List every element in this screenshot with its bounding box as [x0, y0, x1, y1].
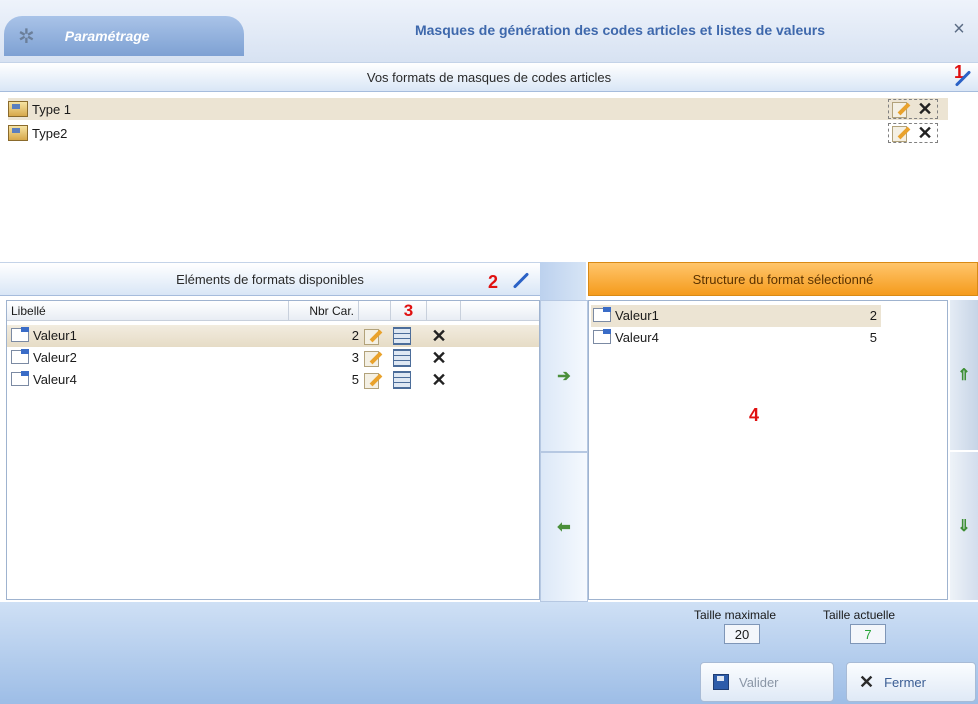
window-title: Masques de génération des codes articles…: [414, 22, 826, 38]
elements-table: Libellé Nbr Car. 3 Valeur1 2 ✕ Valeur2 3…: [6, 300, 540, 600]
list-item[interactable]: Valeur1 2: [591, 305, 881, 327]
elements-section-title: Eléments de formats disponibles: [176, 272, 364, 287]
element-count: 5: [351, 372, 359, 387]
structure-label: Valeur1: [615, 307, 659, 323]
value-icon: [593, 329, 613, 345]
row-label: Valeur4: [11, 371, 77, 387]
close-icon[interactable]: ×: [944, 14, 974, 44]
arrow-left-icon: ⬅: [557, 519, 571, 536]
edit-icon[interactable]: [891, 124, 911, 142]
current-size-field: 7: [850, 624, 886, 644]
close-icon: ✕: [859, 671, 875, 692]
current-size-label: Taille actuelle: [823, 608, 896, 622]
close-button[interactable]: ✕ Fermer: [846, 662, 976, 702]
max-size-label: Taille maximale: [694, 608, 777, 622]
list-item[interactable]: Type 1 ✕: [8, 98, 948, 120]
row-label: Valeur1: [11, 327, 77, 343]
row-actions: ✕: [888, 123, 938, 143]
validate-button[interactable]: Valider: [700, 662, 834, 702]
element-count: 3: [351, 350, 359, 365]
mask-icon: [8, 101, 28, 117]
delete-icon[interactable]: ✕: [429, 327, 449, 345]
row-label: Valeur2: [11, 349, 77, 365]
arrow-right-icon: ➔: [557, 368, 571, 385]
edit-masks-pencil-icon[interactable]: [950, 67, 972, 89]
marker-2: 2: [488, 272, 499, 292]
elements-section-header: Eléments de formats disponibles 2: [0, 262, 540, 296]
element-label: Valeur1: [33, 327, 77, 343]
tools-icon: ✲: [18, 25, 35, 48]
column-header-count[interactable]: Nbr Car.: [289, 301, 359, 321]
delete-icon[interactable]: ✕: [429, 371, 449, 389]
add-to-structure-button[interactable]: ➔: [540, 300, 588, 452]
value-icon: [11, 327, 31, 343]
element-label: Valeur4: [33, 371, 77, 387]
value-icon: [593, 307, 613, 323]
table-row[interactable]: Valeur2 3 ✕: [7, 347, 539, 369]
element-count: 2: [351, 328, 359, 343]
column-header-values: 3: [391, 301, 427, 321]
masks-section-title: Vos formats de masques de codes articles: [366, 70, 612, 85]
move-up-button[interactable]: ⇑: [950, 300, 978, 450]
validate-label: Valider: [739, 674, 779, 690]
element-label: Valeur2: [33, 349, 77, 365]
mask-label: Type2: [32, 125, 68, 141]
edit-icon[interactable]: [891, 100, 911, 118]
value-icon: [11, 349, 31, 365]
column-header-filler: [461, 301, 539, 321]
delete-icon[interactable]: ✕: [915, 124, 935, 142]
mask-icon: [8, 125, 28, 141]
delete-icon[interactable]: ✕: [429, 349, 449, 367]
mask-label: Type 1: [32, 101, 72, 117]
marker-3: 3: [403, 301, 414, 320]
move-down-button[interactable]: ⇓: [950, 452, 978, 600]
remove-from-structure-button[interactable]: ⬅: [540, 452, 588, 602]
masks-section-header: Vos formats de masques de codes articles…: [0, 62, 978, 92]
column-header-delete: [427, 301, 461, 321]
value-icon: [11, 371, 31, 387]
table-row[interactable]: Valeur4 5 ✕: [7, 369, 539, 391]
structure-list: Valeur1 2 Valeur4 5 4: [588, 300, 948, 600]
row-label: Valeur1: [593, 307, 659, 323]
edit-icon[interactable]: [363, 371, 383, 389]
delete-icon[interactable]: ✕: [915, 100, 935, 118]
tab-parametrage[interactable]: ✲ Paramétrage: [4, 16, 244, 56]
row-label: Valeur4: [593, 329, 659, 345]
close-label: Fermer: [884, 674, 926, 690]
value-list-icon[interactable]: [393, 349, 411, 367]
structure-count: 5: [869, 330, 877, 345]
structure-count: 2: [869, 308, 877, 323]
edit-icon[interactable]: [363, 349, 383, 367]
move-up-icon: ⇑: [957, 367, 971, 384]
list-item[interactable]: Type2 ✕: [8, 122, 948, 144]
column-header-edit: [359, 301, 391, 321]
column-header-label[interactable]: Libellé: [7, 301, 289, 321]
structure-section-header: Structure du format sélectionné: [588, 262, 978, 296]
value-list-icon[interactable]: [393, 371, 411, 389]
save-icon: [713, 674, 729, 690]
structure-label: Valeur4: [615, 329, 659, 345]
value-list-icon[interactable]: [393, 327, 411, 345]
move-down-icon: ⇓: [957, 518, 971, 535]
structure-section-title: Structure du format sélectionné: [692, 272, 874, 287]
edit-elements-pencil-icon[interactable]: [508, 269, 530, 291]
table-row[interactable]: Valeur1 2 ✕: [7, 325, 539, 347]
marker-4: 4: [749, 405, 760, 425]
edit-icon[interactable]: [363, 327, 383, 345]
row-actions: ✕: [888, 99, 938, 119]
max-size-field[interactable]: 20: [724, 624, 760, 644]
list-item[interactable]: Valeur4 5: [591, 327, 881, 349]
tab-parametrage-label: Paramétrage: [64, 28, 150, 44]
masks-list: Type 1 ✕ Type2 ✕: [0, 92, 978, 262]
